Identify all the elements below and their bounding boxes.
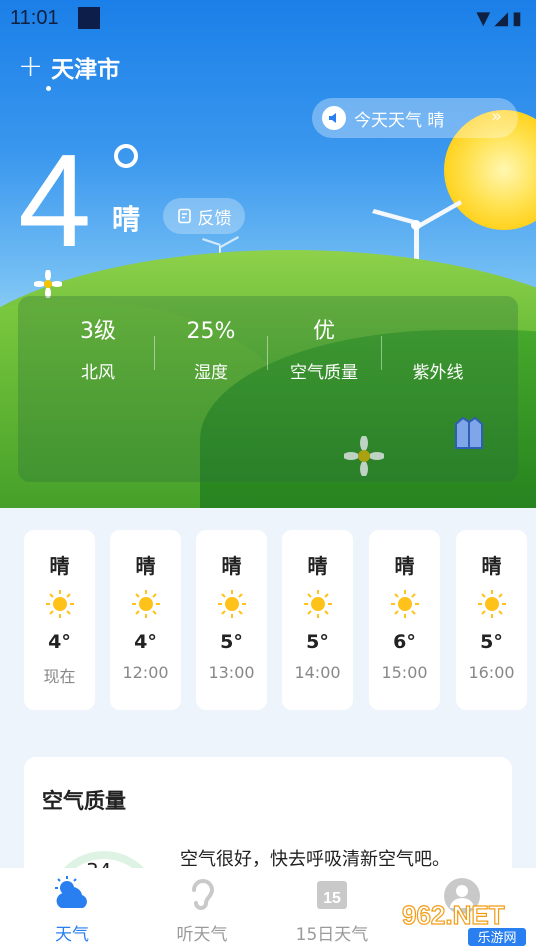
signal-battery-icon: ▼◢▮ [476,8,526,29]
hour-condition: 晴 [49,554,70,578]
status-bar: 11:01 ▼◢▮ [0,0,536,36]
stat-value: 优 [312,319,335,344]
weather-icon [55,876,87,908]
hour-time: 15:00 [381,663,428,682]
hour-temperature: 6° [393,631,416,653]
ear-icon [192,879,215,910]
hourly-card[interactable]: 晴 5° 14:00 [282,530,353,710]
air-quality-title: 空气质量 [42,789,126,813]
stat-humidity: 25% 湿度 [156,318,266,383]
divider [154,336,155,370]
hourly-card[interactable]: 晴 5° 16:00 [456,530,527,710]
double-chevron-right-icon: » [490,106,502,127]
stat-label: 紫外线 [412,363,464,383]
current-condition: 晴 [112,203,141,236]
weather-stats-panel: 3级 北风 25% 湿度 优 空气质量 紫外线 [18,296,518,482]
daisy-illustration [34,270,62,298]
svg-text:962.NET: 962.NET [402,900,505,930]
stat-value [383,318,493,346]
hourly-card[interactable]: 晴 6° 15:00 [369,530,440,710]
calendar-15-icon: 15 [317,881,347,909]
stat-label: 湿度 [194,363,228,383]
nav-label: 听天气 [176,925,228,945]
add-city-icon[interactable]: + [18,52,43,82]
weather-hero: 11:01 ▼◢▮ + 天津市 今天天气 晴 » 4 晴 反馈 3级 北风 25… [0,0,536,508]
feedback-label: 反馈 [197,208,232,229]
hourly-forecast: 晴 4° 现在 晴 4° 12:00 晴 5° 13:00 晴 5° 14:00… [24,530,536,710]
hour-time: 13:00 [208,663,255,682]
sun-icon [390,590,419,618]
svg-text:15: 15 [323,890,341,907]
hour-condition: 晴 [135,554,156,578]
sun-icon [131,590,160,618]
hour-time: 现在 [43,667,76,686]
nav-label: 天气 [55,925,89,945]
site-watermark-logo: 962.NET 乐游网 [401,899,526,946]
stat-value: 25% [186,319,236,344]
stat-uv: 紫外线 [383,318,493,383]
hour-temperature: 4° [48,631,71,653]
notification-icon [78,7,100,29]
hour-condition: 晴 [307,554,328,578]
sun-icon [303,590,332,618]
current-temperature: 4 [18,127,92,274]
hour-time: 12:00 [122,663,169,682]
city-name[interactable]: 天津市 [51,50,120,84]
feedback-button[interactable]: 反馈 [163,198,245,234]
hour-time: 16:00 [468,663,515,682]
sun-icon [217,590,246,618]
hourly-card[interactable]: 晴 4° 现在 [24,530,95,710]
page-indicator [46,86,51,91]
today-weather-label: 今天天气 晴 [354,110,445,131]
divider [267,336,268,370]
hour-condition: 晴 [394,554,415,578]
stat-wind: 3级 北风 [43,318,153,383]
city-header: + 天津市 [18,50,120,84]
stat-air-quality: 优 空气质量 [269,318,379,383]
stat-label: 空气质量 [290,363,358,383]
status-time: 11:01 [10,7,59,29]
sun-icon [477,590,506,618]
edit-icon [177,208,191,224]
nav-label: 15日天气 [295,925,369,945]
hour-temperature: 5° [220,631,243,653]
sun-icon [45,590,74,618]
hour-temperature: 5° [306,631,329,653]
hour-condition: 晴 [481,554,502,578]
speaker-icon [322,106,346,130]
hour-condition: 晴 [221,554,242,578]
svg-text:乐游网: 乐游网 [477,931,516,946]
divider [381,336,382,370]
nav-item-listen-weather[interactable]: 听天气 [152,876,252,945]
degree-symbol [114,144,138,168]
hourly-card[interactable]: 晴 4° 12:00 [110,530,181,710]
hour-time: 14:00 [294,663,341,682]
clothing-icon[interactable] [454,416,484,452]
today-weather-button[interactable]: 今天天气 晴 » [312,98,518,138]
hourly-card[interactable]: 晴 5° 13:00 [196,530,267,710]
nav-item-weather[interactable]: 天气 [22,876,122,945]
hour-temperature: 4° [134,631,157,653]
stat-label: 北风 [81,363,115,383]
stat-value: 3级 [80,319,116,344]
hour-temperature: 5° [480,631,503,653]
nav-item-15-day[interactable]: 15 15日天气 [282,876,382,945]
